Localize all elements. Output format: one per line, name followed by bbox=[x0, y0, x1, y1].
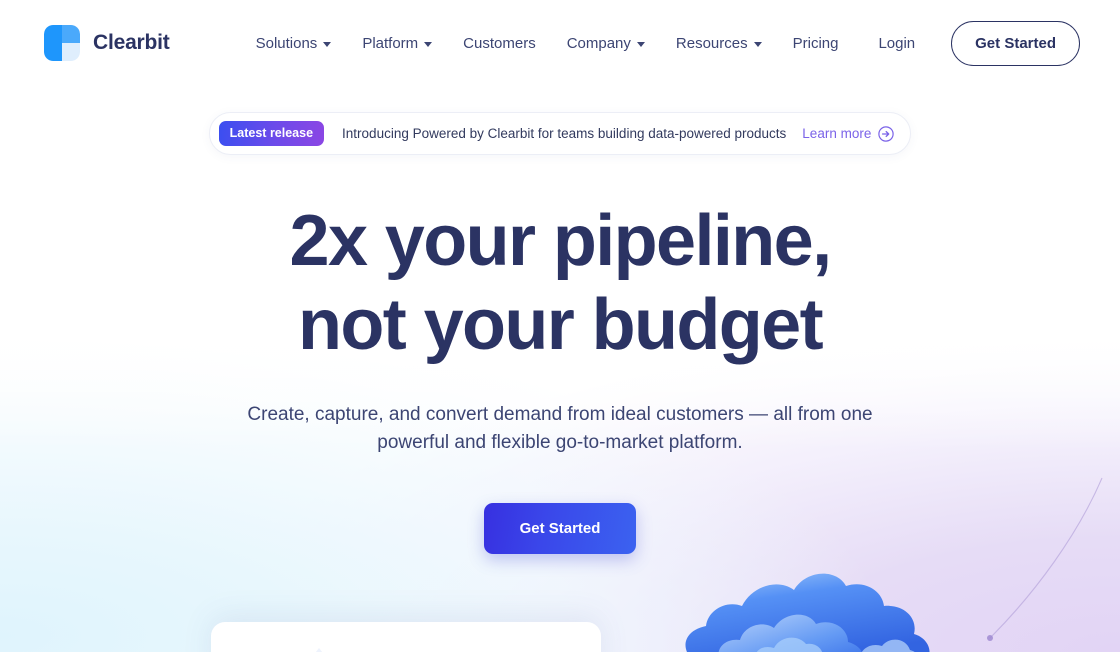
nav-item-customers[interactable]: Customers bbox=[463, 35, 536, 52]
hero-section: Latest release Introducing Powered by Cl… bbox=[0, 86, 1120, 554]
hero-headline: 2x your pipeline, not your budget bbox=[0, 199, 1120, 367]
clearbit-logo-icon bbox=[44, 25, 80, 61]
product-preview-card bbox=[211, 622, 601, 652]
nav-item-label: Customers bbox=[463, 34, 536, 52]
arrow-right-circle-icon bbox=[878, 125, 895, 142]
login-link[interactable]: Login bbox=[878, 35, 915, 52]
brand-logo-link[interactable]: Clearbit bbox=[44, 25, 170, 61]
chevron-down-icon bbox=[753, 42, 762, 47]
site-header: Clearbit Solutions Platform Customers Co… bbox=[0, 0, 1120, 86]
hero-headline-line-2: not your budget bbox=[298, 285, 824, 365]
card-placeholder-shapes bbox=[315, 648, 323, 652]
hero-subheadline-line-1: Create, capture, and convert demand from… bbox=[247, 404, 836, 425]
chevron-down-icon bbox=[424, 42, 433, 47]
nav-item-platform[interactable]: Platform bbox=[362, 34, 433, 52]
nav-item-label: Company bbox=[566, 34, 631, 52]
nav-get-started-button[interactable]: Get Started bbox=[951, 20, 1080, 66]
primary-nav: Solutions Platform Customers Company Res… bbox=[256, 35, 839, 52]
chevron-down-icon bbox=[323, 42, 332, 47]
nav-item-label: Resources bbox=[675, 34, 748, 52]
nav-item-solutions[interactable]: Solutions bbox=[256, 35, 332, 52]
nav-item-label: Platform bbox=[362, 34, 419, 52]
announcement-bar[interactable]: Latest release Introducing Powered by Cl… bbox=[208, 112, 912, 155]
hero-subheadline: Create, capture, and convert demand from… bbox=[215, 401, 905, 457]
announcement-badge: Latest release bbox=[218, 121, 325, 146]
nav-right-group: Login Get Started bbox=[878, 20, 1080, 66]
hero-get-started-button[interactable]: Get Started bbox=[483, 503, 637, 554]
blue-ink-cloud-art bbox=[685, 573, 930, 652]
nav-item-label: Pricing bbox=[792, 34, 839, 52]
announcement-text: Introducing Powered by Clearbit for team… bbox=[342, 126, 787, 141]
announcement-link-label: Learn more bbox=[802, 126, 872, 141]
nav-item-company[interactable]: Company bbox=[567, 35, 645, 52]
nav-item-pricing[interactable]: Pricing bbox=[793, 35, 839, 52]
chevron-down-icon bbox=[636, 42, 645, 47]
hero-headline-line-1: 2x your pipeline, bbox=[289, 201, 833, 281]
nav-item-label: Solutions bbox=[255, 34, 318, 52]
announcement-learn-more-link[interactable]: Learn more bbox=[802, 125, 895, 142]
nav-item-resources[interactable]: Resources bbox=[676, 35, 762, 52]
brand-name: Clearbit bbox=[93, 31, 170, 54]
